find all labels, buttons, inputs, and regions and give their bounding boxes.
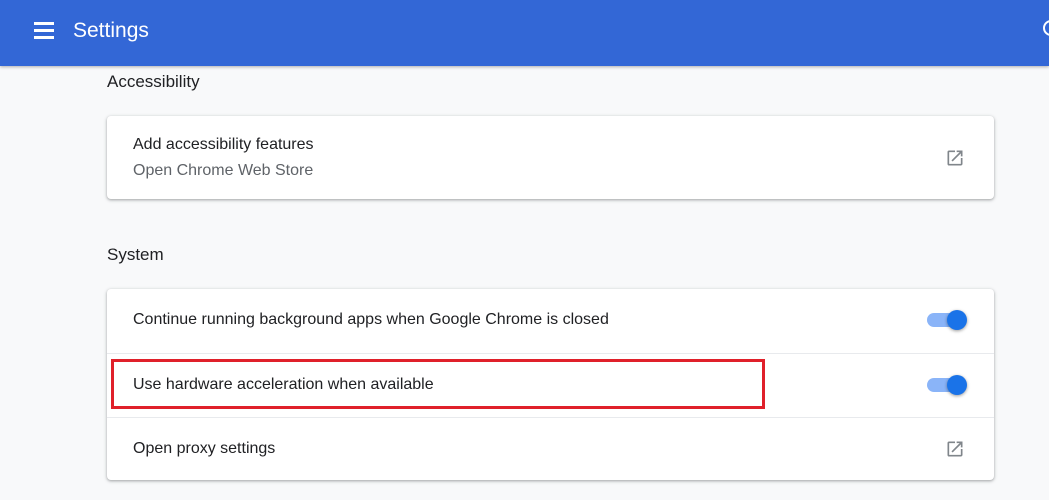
accessibility-card: Add accessibility features Open Chrome W…: [107, 116, 994, 199]
proxy-settings-row[interactable]: Open proxy settings: [107, 417, 994, 481]
hardware-acceleration-toggle[interactable]: [927, 373, 969, 397]
row-subtitle: Open Chrome Web Store: [133, 162, 314, 179]
background-apps-toggle[interactable]: [927, 308, 969, 332]
search-icon[interactable]: [1043, 20, 1049, 36]
row-label: Open proxy settings: [133, 440, 276, 457]
background-apps-row[interactable]: Continue running background apps when Go…: [107, 289, 994, 353]
open-external-icon[interactable]: [945, 439, 965, 459]
menu-icon[interactable]: [34, 22, 54, 39]
section-heading-system: System: [107, 245, 164, 264]
add-accessibility-features-row[interactable]: Add accessibility features Open Chrome W…: [107, 116, 994, 199]
page-title: Settings: [73, 19, 149, 42]
highlight-box: [111, 359, 765, 409]
row-label: Continue running background apps when Go…: [133, 311, 609, 328]
top-bar: Settings: [0, 0, 1049, 66]
open-external-icon[interactable]: [945, 148, 965, 168]
row-title: Add accessibility features: [133, 136, 314, 153]
section-heading-accessibility: Accessibility: [107, 72, 200, 91]
